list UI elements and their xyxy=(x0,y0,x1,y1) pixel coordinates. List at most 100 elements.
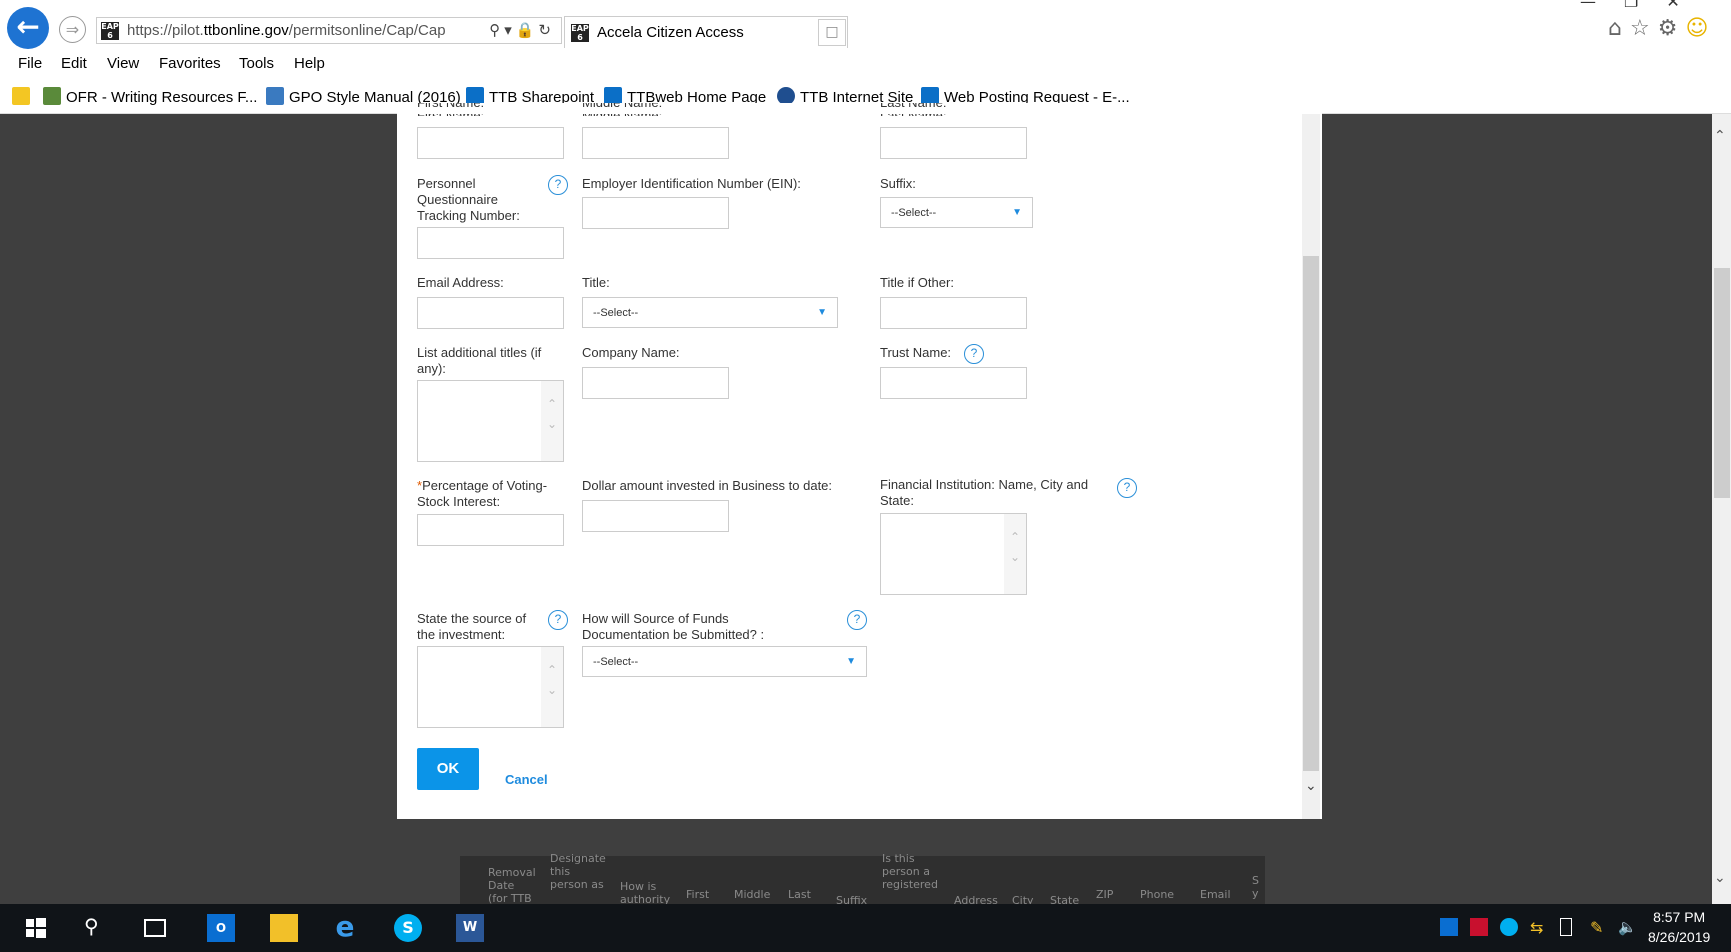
ok-button[interactable]: OK xyxy=(417,748,479,790)
star-icon[interactable]: ☆ xyxy=(1630,16,1658,41)
url-text: https://pilot.ttbonline.gov/permitsonlin… xyxy=(127,22,446,39)
internet-explorer-icon[interactable]: e xyxy=(331,913,359,942)
tab-title: Accela Citizen Access xyxy=(597,24,744,41)
table-header-cell: Email xyxy=(1200,888,1231,901)
source-funds-select[interactable]: --Select-- ▼ xyxy=(582,646,867,677)
source-funds-label: How will Source of Funds Documentation b… xyxy=(582,611,765,642)
email-input[interactable] xyxy=(417,297,564,329)
page-icon xyxy=(43,87,61,105)
source-investment-textarea[interactable]: ⌃ ⌄ xyxy=(417,646,564,728)
chevron-up-icon[interactable]: ⌃ xyxy=(541,663,563,677)
chevron-down-icon[interactable]: ⌄ xyxy=(541,417,563,431)
notes-tray-icon[interactable]: ✎ xyxy=(1590,918,1608,937)
smiley-icon[interactable]: ☺ xyxy=(1685,16,1716,41)
browser-tab[interactable]: EAP 6 Accela Citizen Access ✕ xyxy=(564,16,848,48)
skype-icon[interactable]: S xyxy=(394,914,422,942)
textarea-scrollbar[interactable]: ⌃ ⌄ xyxy=(541,381,563,461)
title-select[interactable]: --Select-- ▼ xyxy=(582,297,838,328)
cancel-link[interactable]: Cancel xyxy=(505,772,548,787)
add-favorites-icon[interactable] xyxy=(12,87,35,106)
search-icon[interactable]: ⚲ xyxy=(84,914,112,942)
dialog-scrollbar-thumb[interactable] xyxy=(1303,256,1319,771)
middle-name-input[interactable] xyxy=(582,127,729,159)
last-name-input[interactable] xyxy=(880,127,1027,159)
menu-view[interactable]: View xyxy=(107,55,139,72)
forward-button[interactable]: ⇒ xyxy=(59,16,86,43)
financial-institution-textarea[interactable]: ⌃ ⌄ xyxy=(880,513,1027,595)
new-tab-button[interactable]: □ xyxy=(818,19,846,46)
trust-input[interactable] xyxy=(880,367,1027,399)
home-icon[interactable]: ⌂ xyxy=(1608,16,1630,41)
menu-file[interactable]: File xyxy=(18,55,42,72)
chevron-up-icon[interactable]: ⌃ xyxy=(1004,530,1026,544)
help-icon[interactable]: ? xyxy=(964,344,984,364)
clock-date: 8/26/2019 xyxy=(1648,929,1711,945)
table-header-cell: How is authority xyxy=(620,880,671,906)
table-header-cell: Is this person a registered xyxy=(882,852,938,891)
help-icon[interactable]: ? xyxy=(548,610,568,630)
menu-help[interactable]: Help xyxy=(294,55,325,72)
chevron-down-icon: ▼ xyxy=(1012,207,1022,218)
file-explorer-icon[interactable] xyxy=(270,914,298,942)
skype-tray-icon[interactable] xyxy=(1500,918,1518,936)
textarea-scrollbar[interactable]: ⌃ ⌄ xyxy=(541,647,563,727)
usb-tray-icon[interactable] xyxy=(1560,918,1572,936)
word-icon[interactable]: W xyxy=(456,914,484,942)
chevron-down-icon[interactable]: ⌄ xyxy=(541,683,563,697)
title-other-input[interactable] xyxy=(880,297,1027,329)
chevron-down-icon: ▼ xyxy=(817,307,827,318)
dollar-amount-input[interactable] xyxy=(582,500,729,532)
pq-tracking-input[interactable] xyxy=(417,227,564,259)
middle-name-label-visible: Middle Name: xyxy=(582,103,722,114)
scroll-up-icon[interactable]: ⌃ xyxy=(1714,128,1726,144)
taskbar-clock[interactable]: 8:57 PM 8/26/2019 xyxy=(1648,907,1710,947)
gear-icon[interactable]: ⚙ xyxy=(1658,16,1686,41)
menu-favorites[interactable]: Favorites xyxy=(159,55,221,72)
restore-icon[interactable]: ❐ xyxy=(1624,0,1666,11)
page-scrollbar[interactable]: ⌃ ⌄ xyxy=(1712,114,1731,904)
chevron-down-icon: ▼ xyxy=(846,656,856,667)
address-actions-icons[interactable]: ⚲▾🔒↻ xyxy=(489,21,555,39)
trust-label: Trust Name: xyxy=(880,345,952,360)
minimize-icon[interactable]: — xyxy=(1580,0,1624,11)
window-controls[interactable]: —❐✕ xyxy=(1580,0,1708,11)
page-icon xyxy=(266,87,284,105)
favorite-ofr[interactable]: OFR - Writing Resources F... xyxy=(43,87,257,106)
menu-edit[interactable]: Edit xyxy=(61,55,87,72)
clock-time: 8:57 PM xyxy=(1653,909,1706,925)
title-other-label: Title if Other: xyxy=(880,275,954,290)
scroll-down-icon[interactable]: ⌄ xyxy=(1714,870,1726,886)
voting-stock-input[interactable] xyxy=(417,514,564,546)
site-favicon-icon: EAP 6 xyxy=(101,22,119,40)
suffix-select[interactable]: --Select-- ▼ xyxy=(880,197,1033,228)
source-investment-label: State the source of the investment: xyxy=(417,611,527,642)
back-button[interactable]: ← xyxy=(7,7,49,49)
ein-input[interactable] xyxy=(582,197,729,229)
menu-tools[interactable]: Tools xyxy=(239,55,274,72)
mcafee-tray-icon[interactable] xyxy=(1470,918,1488,936)
page-scrollbar-thumb[interactable] xyxy=(1714,268,1730,498)
chevron-up-icon[interactable]: ⌃ xyxy=(541,397,563,411)
textarea-scrollbar[interactable]: ⌃ ⌄ xyxy=(1004,514,1026,594)
browser-right-icons[interactable]: ⌂☆⚙☺ xyxy=(1608,16,1716,41)
dialog-scroll-down-icon[interactable]: ⌄ xyxy=(1305,778,1317,794)
menu-bar: File Edit View Favorites Tools Help xyxy=(0,52,1731,80)
suffix-select-value: --Select-- xyxy=(891,207,937,219)
close-window-icon[interactable]: ✕ xyxy=(1666,0,1707,11)
table-header-cell: S y xyxy=(1252,874,1259,900)
first-name-input[interactable] xyxy=(417,127,564,159)
help-icon[interactable]: ? xyxy=(847,610,867,630)
help-icon[interactable]: ? xyxy=(1117,478,1137,498)
additional-titles-textarea[interactable]: ⌃ ⌄ xyxy=(417,380,564,462)
help-icon[interactable]: ? xyxy=(548,175,568,195)
company-input[interactable] xyxy=(582,367,729,399)
windows-start-icon[interactable] xyxy=(24,914,52,942)
sync-tray-icon[interactable]: ⇆ xyxy=(1530,918,1548,937)
outlook-tray-icon[interactable] xyxy=(1440,918,1458,936)
chevron-down-icon[interactable]: ⌄ xyxy=(1004,550,1026,564)
volume-icon[interactable]: 🔈 xyxy=(1618,918,1637,936)
task-view-icon[interactable] xyxy=(144,919,166,937)
outlook-icon[interactable]: O xyxy=(207,914,235,942)
ein-label: Employer Identification Number (EIN): xyxy=(582,176,801,191)
address-bar[interactable]: EAP 6 https://pilot.ttbonline.gov/permit… xyxy=(96,17,562,44)
